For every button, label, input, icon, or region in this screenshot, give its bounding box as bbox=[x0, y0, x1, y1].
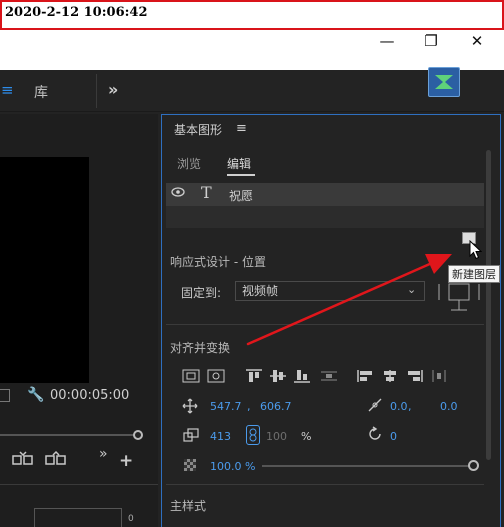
link-icon[interactable] bbox=[246, 425, 260, 445]
more-workspaces-icon[interactable]: » bbox=[108, 80, 118, 99]
opacity-slider-knob[interactable] bbox=[468, 460, 479, 471]
align-horizontal-center-icon[interactable] bbox=[379, 367, 401, 385]
tab-browse[interactable]: 浏览 bbox=[177, 155, 201, 172]
anchor-separator: , bbox=[408, 400, 412, 413]
text-layer-icon: T bbox=[201, 183, 212, 202]
timestamp-text: 2020-2-12 10:06:42 bbox=[5, 5, 148, 20]
position-y-value[interactable]: 606.7 bbox=[260, 400, 292, 413]
playhead-track[interactable] bbox=[0, 434, 134, 436]
workspace-tab-library[interactable]: 库 bbox=[34, 82, 48, 102]
align-to-video-frame-icon[interactable] bbox=[180, 367, 202, 385]
anchor-x-value[interactable]: 0.0 bbox=[390, 400, 408, 413]
panel-menu-icon[interactable]: ≡ bbox=[236, 121, 247, 136]
position-icon bbox=[182, 398, 198, 417]
anchor-y-value[interactable]: 0.0 bbox=[440, 400, 458, 413]
insert-icon[interactable] bbox=[12, 450, 34, 468]
premiere-logo-icon bbox=[428, 67, 460, 97]
master-style-title: 主样式 bbox=[170, 499, 207, 513]
overwrite-icon[interactable] bbox=[45, 450, 67, 468]
workspace-divider bbox=[96, 74, 97, 108]
tab-edit[interactable]: 编辑 bbox=[227, 155, 251, 172]
video-preview bbox=[0, 157, 89, 383]
pin-anchor-widget[interactable] bbox=[435, 276, 483, 316]
more-controls-icon[interactable]: » bbox=[99, 446, 108, 462]
anchor-point-icon bbox=[367, 397, 383, 416]
align-left-icon[interactable] bbox=[355, 367, 377, 385]
align-section-title: 对齐并变换 bbox=[170, 341, 231, 355]
opacity-icon bbox=[184, 459, 196, 471]
panel-scrollbar[interactable] bbox=[486, 150, 491, 460]
meter-mark: 0 bbox=[128, 514, 134, 524]
playhead-knob[interactable] bbox=[133, 430, 143, 440]
rotation-value[interactable]: 0 bbox=[390, 430, 397, 443]
active-tab-indicator bbox=[227, 174, 255, 176]
position-separator: , bbox=[247, 400, 251, 413]
position-x-value[interactable]: 547.7 bbox=[210, 400, 242, 413]
mouse-cursor bbox=[469, 239, 483, 263]
align-right-icon[interactable] bbox=[403, 367, 425, 385]
scale-icon bbox=[183, 428, 199, 445]
locked-scale-value: 100 bbox=[266, 430, 287, 443]
section-divider-2 bbox=[166, 484, 484, 485]
opacity-slider-track[interactable] bbox=[262, 465, 473, 467]
responsive-section-title: 响应式设计 - 位置 bbox=[170, 255, 266, 269]
layer-list-empty bbox=[166, 206, 484, 228]
pin-to-dropdown[interactable]: 视频帧 bbox=[235, 281, 425, 301]
audio-meter-box bbox=[34, 508, 122, 527]
layer-name[interactable]: 祝愿 bbox=[229, 187, 253, 204]
add-button-icon[interactable]: + bbox=[119, 451, 133, 471]
fit-dropdown[interactable] bbox=[0, 389, 10, 402]
close-button[interactable]: ✕ bbox=[455, 30, 499, 52]
opacity-value[interactable]: 100.0 % bbox=[210, 460, 255, 473]
scale-value[interactable]: 413 bbox=[210, 430, 231, 443]
align-vertical-center-icon[interactable] bbox=[267, 367, 289, 385]
duration-timecode: 00:00:05:00 bbox=[50, 388, 130, 403]
layer-row[interactable] bbox=[166, 183, 484, 206]
minimize-button[interactable]: — bbox=[365, 30, 409, 52]
section-divider bbox=[166, 324, 484, 325]
menu-icon[interactable]: ≡ bbox=[1, 83, 14, 98]
restore-button[interactable]: ❐ bbox=[409, 30, 453, 52]
scale-unit: % bbox=[301, 430, 312, 443]
align-top-icon[interactable] bbox=[243, 367, 265, 385]
wrench-icon[interactable]: 🔧 bbox=[27, 387, 44, 403]
pin-to-label: 固定到: bbox=[181, 286, 222, 300]
eye-icon[interactable] bbox=[171, 186, 185, 201]
panel-title: 基本图形 bbox=[174, 123, 223, 137]
distribute-horizontal-icon[interactable] bbox=[428, 367, 450, 385]
distribute-vertical-icon[interactable] bbox=[318, 367, 340, 385]
align-to-selection-icon[interactable] bbox=[205, 367, 227, 385]
align-bottom-icon[interactable] bbox=[291, 367, 313, 385]
rotation-icon bbox=[367, 426, 383, 445]
left-panel-divider bbox=[0, 484, 158, 485]
chevron-down-icon: ⌄ bbox=[407, 283, 417, 296]
